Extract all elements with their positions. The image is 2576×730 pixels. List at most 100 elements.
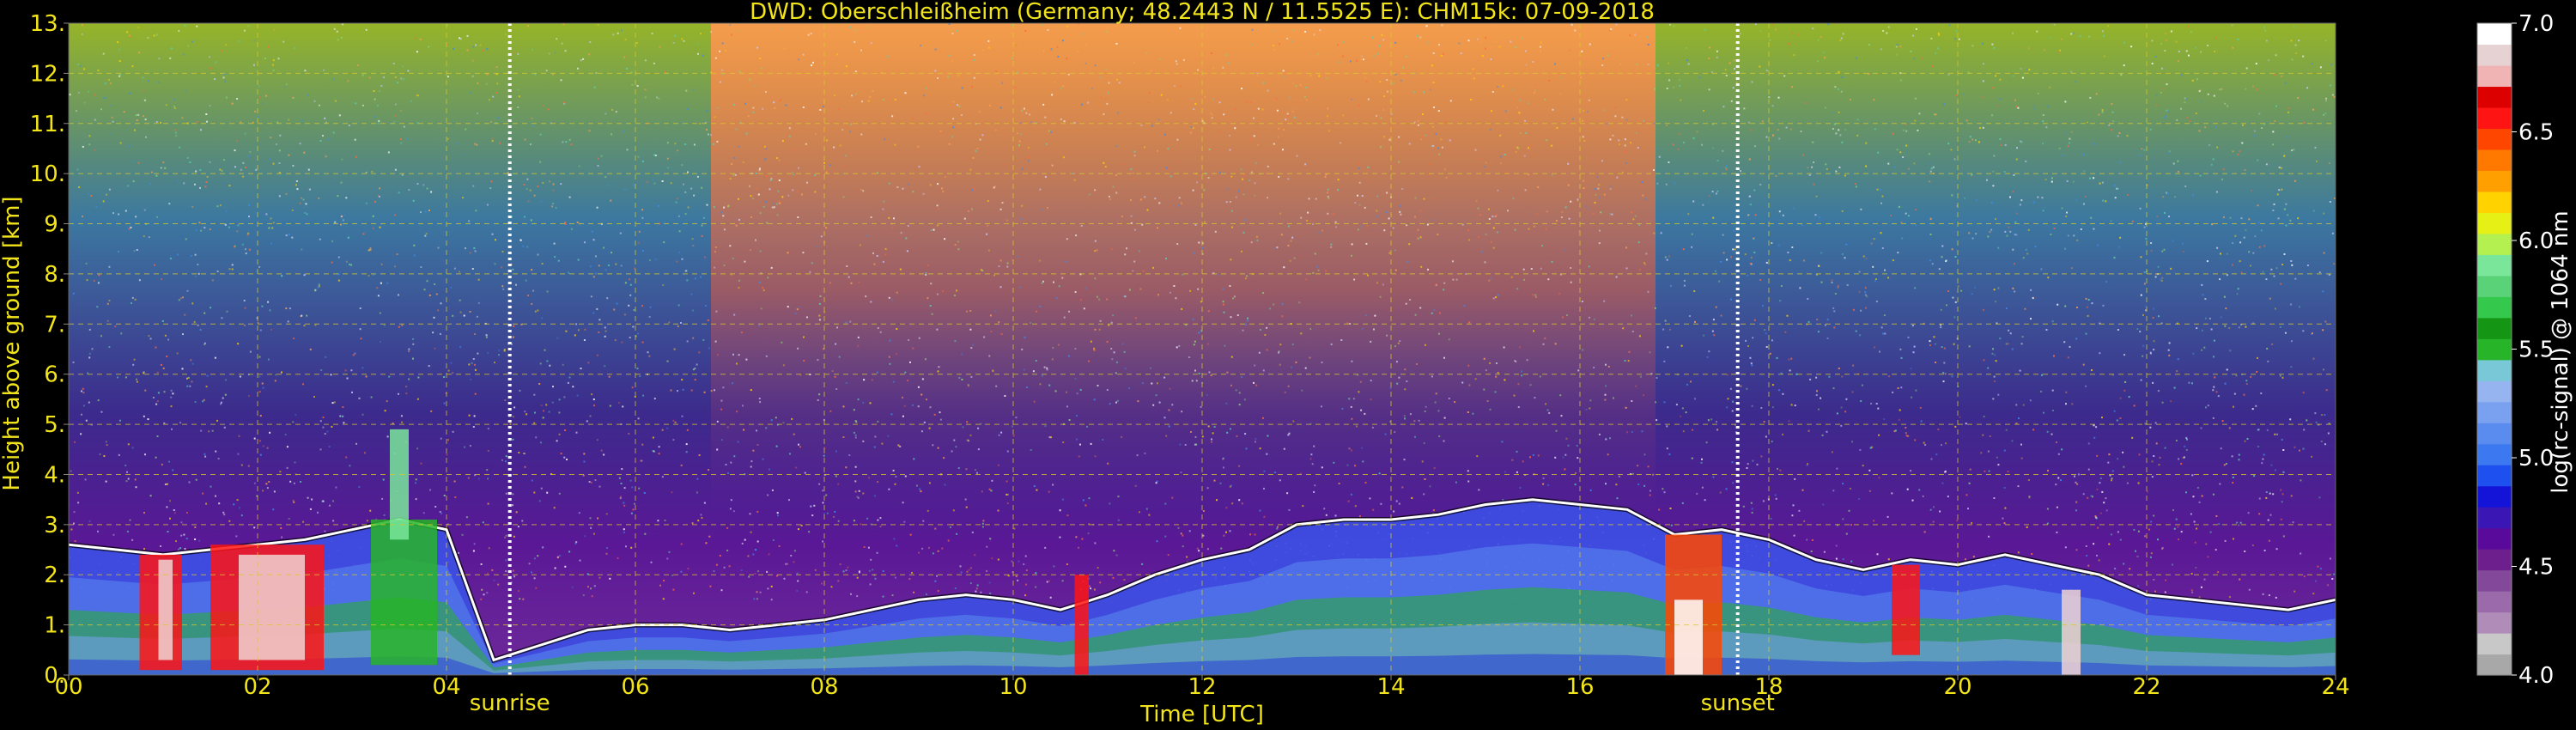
noise-speck bbox=[1028, 147, 1030, 149]
noise-speck bbox=[180, 534, 183, 537]
noise-speck bbox=[2149, 351, 2152, 354]
noise-speck bbox=[2089, 177, 2091, 179]
noise-speck bbox=[1624, 144, 1626, 147]
noise-speck bbox=[160, 167, 162, 169]
noise-speck bbox=[710, 134, 712, 137]
noise-speck bbox=[471, 59, 474, 62]
noise-speck bbox=[834, 94, 836, 97]
noise-speck bbox=[1852, 364, 1855, 367]
noise-speck bbox=[2195, 46, 2196, 49]
noise-speck bbox=[381, 497, 384, 500]
noise-speck bbox=[226, 310, 228, 313]
noise-speck bbox=[1001, 202, 1004, 204]
noise-speck bbox=[888, 356, 890, 358]
noise-speck bbox=[1405, 302, 1407, 305]
noise-speck bbox=[300, 481, 302, 483]
noise-speck bbox=[143, 415, 145, 417]
noise-speck bbox=[568, 271, 570, 274]
noise-speck bbox=[2103, 55, 2105, 58]
noise-speck bbox=[911, 404, 914, 406]
noise-speck bbox=[374, 98, 376, 100]
noise-speck bbox=[1762, 500, 1765, 502]
noise-speck bbox=[1015, 575, 1018, 578]
noise-speck bbox=[858, 281, 860, 283]
noise-speck bbox=[2140, 256, 2142, 259]
noise-speck bbox=[1249, 533, 1252, 536]
noise-speck bbox=[1141, 563, 1144, 565]
noise-speck bbox=[1395, 500, 1398, 502]
noise-speck bbox=[284, 434, 287, 436]
noise-speck bbox=[1167, 554, 1170, 557]
noise-speck bbox=[1353, 278, 1356, 281]
noise-speck bbox=[1598, 197, 1601, 199]
noise-speck bbox=[1212, 432, 1214, 435]
noise-speck bbox=[1484, 165, 1486, 167]
noise-speck bbox=[2289, 219, 2292, 222]
noise-speck bbox=[1296, 155, 1298, 157]
noise-speck bbox=[825, 171, 828, 173]
noise-speck bbox=[1789, 128, 1792, 131]
noise-speck bbox=[494, 263, 496, 265]
noise-speck bbox=[1652, 473, 1654, 476]
noise-speck bbox=[1716, 56, 1718, 58]
noise-speck bbox=[1786, 314, 1789, 317]
noise-speck bbox=[1006, 262, 1009, 265]
noise-speck bbox=[1056, 46, 1059, 48]
noise-speck bbox=[1501, 441, 1504, 443]
noise-speck bbox=[531, 479, 533, 482]
noise-speck bbox=[540, 405, 543, 407]
noise-speck bbox=[528, 563, 531, 565]
noise-speck bbox=[2150, 250, 2153, 252]
noise-speck bbox=[1021, 348, 1024, 350]
noise-speck bbox=[1068, 355, 1070, 357]
noise-speck bbox=[74, 540, 76, 542]
noise-speck bbox=[2253, 130, 2256, 132]
noise-speck bbox=[1600, 211, 1602, 214]
noise-speck bbox=[365, 202, 368, 204]
noise-speck bbox=[1821, 434, 1824, 436]
noise-speck bbox=[843, 165, 846, 167]
noise-speck bbox=[471, 362, 473, 364]
noise-speck bbox=[1643, 262, 1645, 265]
noise-speck bbox=[1530, 144, 1533, 147]
noise-speck bbox=[339, 415, 342, 417]
noise-speck bbox=[1097, 385, 1099, 386]
noise-speck bbox=[906, 250, 908, 252]
noise-speck bbox=[960, 113, 963, 116]
noise-speck bbox=[1334, 226, 1337, 228]
noise-speck bbox=[798, 167, 799, 169]
noise-speck bbox=[2014, 221, 2017, 223]
noise-speck bbox=[443, 495, 446, 496]
noise-speck bbox=[1238, 392, 1241, 394]
noise-speck bbox=[837, 483, 840, 485]
noise-speck bbox=[1476, 38, 1479, 40]
noise-speck bbox=[1690, 380, 1692, 383]
noise-speck bbox=[1177, 526, 1180, 529]
noise-speck bbox=[1256, 72, 1259, 75]
noise-speck bbox=[346, 377, 349, 380]
noise-speck bbox=[1946, 304, 1947, 307]
noise-speck bbox=[1099, 76, 1102, 79]
noise-speck bbox=[533, 194, 536, 197]
noise-speck bbox=[1309, 74, 1312, 76]
noise-speck bbox=[1226, 431, 1229, 434]
noise-speck bbox=[1206, 548, 1209, 551]
noise-speck bbox=[295, 413, 297, 416]
noise-speck bbox=[164, 484, 167, 485]
noise-speck bbox=[2055, 484, 2057, 486]
noise-speck bbox=[1046, 581, 1048, 583]
noise-speck bbox=[2009, 230, 2012, 233]
noise-speck bbox=[756, 510, 759, 513]
chart-svg: 00 02 04 06 08 10 12 14 16 18 20 22 24 0.1.2.3.4.5.6… bbox=[0, 0, 2573, 727]
noise-speck bbox=[82, 405, 85, 407]
noise-speck bbox=[1750, 256, 1753, 259]
noise-speck bbox=[2264, 29, 2267, 32]
noise-speck bbox=[412, 199, 415, 202]
noise-speck bbox=[1289, 259, 1291, 262]
noise-speck bbox=[1561, 211, 1564, 213]
noise-speck bbox=[1030, 448, 1032, 451]
noise-speck bbox=[690, 187, 693, 190]
noise-speck bbox=[2007, 471, 2009, 473]
noise-speck bbox=[486, 204, 489, 206]
noise-speck bbox=[1113, 550, 1115, 552]
